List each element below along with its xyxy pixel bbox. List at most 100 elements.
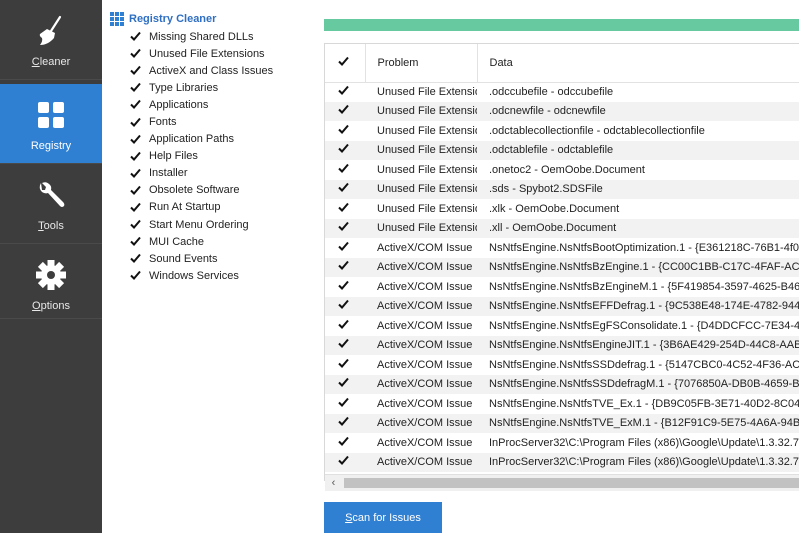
nav-options[interactable]: Options: [0, 244, 102, 323]
table-row[interactable]: ActiveX/COM Issue NsNtfsEngine.NsNtfsBoot…: [325, 238, 799, 258]
row-checkbox[interactable]: [325, 199, 365, 219]
table-row[interactable]: Unused File Extension .odctablefile - odc…: [325, 140, 799, 161]
table-row[interactable]: ActiveX/COM Issue NsNtfsEngine.NsNtfsSSDd…: [325, 374, 799, 395]
category-checkbox[interactable]: [130, 168, 141, 179]
cell-problem: Unused File Extension: [377, 124, 477, 137]
row-checkbox[interactable]: [325, 160, 365, 180]
nav-options-label: Options: [32, 300, 70, 312]
row-checkbox[interactable]: [325, 82, 365, 102]
category-checkbox[interactable]: [130, 151, 141, 162]
row-checkbox[interactable]: [325, 336, 365, 356]
tree-item[interactable]: Installer: [130, 165, 310, 182]
tree-item[interactable]: Run At Startup: [130, 199, 310, 216]
row-checkbox[interactable]: [325, 238, 365, 258]
scrollbar-thumb[interactable]: [344, 478, 799, 488]
row-checkbox[interactable]: [325, 141, 365, 161]
table-row[interactable]: ActiveX/COM Issue NsNtfsEngine.NsNtfsEgFS…: [325, 316, 799, 336]
category-checkbox[interactable]: [130, 117, 141, 128]
table-row[interactable]: ActiveX/COM Issue NsNtfsEngine.NsNtfsTVE_…: [325, 413, 799, 434]
scroll-left-button[interactable]: ‹: [325, 475, 342, 491]
row-checkbox[interactable]: [325, 433, 365, 453]
category-checkbox[interactable]: [130, 65, 141, 76]
category-checkbox[interactable]: [130, 202, 141, 213]
table-row[interactable]: ActiveX/COM Issue NsNtfsEngine.NsNtfsEngi…: [325, 335, 799, 356]
table-row[interactable]: Unused File Extension .odcnewfile - odcne…: [325, 101, 799, 122]
row-checkbox[interactable]: [325, 316, 365, 336]
table-row[interactable]: ActiveX/COM Issue InProcServer32\C:\Progr…: [325, 433, 799, 453]
category-checkbox[interactable]: [130, 99, 141, 110]
category-checkbox[interactable]: [130, 219, 141, 230]
tree-item[interactable]: Obsolete Software: [130, 182, 310, 199]
check-icon: [338, 163, 349, 173]
category-checkbox[interactable]: [130, 48, 141, 59]
row-checkbox[interactable]: [325, 121, 365, 141]
column-header-data[interactable]: Data: [477, 44, 799, 83]
tree-root[interactable]: Registry Cleaner: [110, 10, 310, 28]
tree-item[interactable]: Start Menu Ordering: [130, 216, 310, 233]
tree-item[interactable]: Application Paths: [130, 131, 310, 148]
category-checkbox[interactable]: [130, 236, 141, 247]
select-all-checkbox[interactable]: [325, 44, 366, 83]
table-row[interactable]: ActiveX/COM Issue NsNtfsEngine.NsNtfsBzEn…: [325, 277, 799, 297]
tree-item[interactable]: Sound Events: [130, 250, 310, 267]
row-checkbox[interactable]: [325, 355, 365, 375]
row-checkbox[interactable]: [325, 297, 365, 317]
tree-item[interactable]: MUI Cache: [130, 233, 310, 250]
cell-problem: ActiveX/COM Issue: [377, 456, 473, 469]
tree-item[interactable]: Unused File Extensions: [130, 45, 310, 62]
check-icon: [338, 319, 349, 329]
tree-item[interactable]: ActiveX and Class Issues: [130, 62, 310, 79]
row-checkbox[interactable]: [325, 180, 365, 200]
cell-data: NsNtfsEngine.NsNtfsSSDdefrag.1 - {5147CB…: [489, 358, 799, 371]
category-checkbox[interactable]: [130, 134, 141, 145]
table-row[interactable]: ActiveX/COM Issue NsNtfsEngine.NsNtfsTVE_…: [325, 394, 799, 414]
nav-divider: [0, 318, 102, 319]
category-checkbox[interactable]: [130, 31, 141, 42]
horizontal-scrollbar[interactable]: ‹: [325, 474, 799, 491]
tree-item[interactable]: Fonts: [130, 113, 310, 130]
column-header-problem[interactable]: Problem: [365, 44, 478, 83]
category-checkbox[interactable]: [130, 270, 141, 281]
tree-item[interactable]: Help Files: [130, 148, 310, 165]
nav-cleaner[interactable]: Cleaner: [0, 0, 102, 79]
row-checkbox[interactable]: [325, 375, 365, 395]
table-row[interactable]: ActiveX/COM Issue NsNtfsEngine.NsNtfsBzEn…: [325, 257, 799, 278]
check-icon: [130, 66, 141, 76]
check-icon: [130, 117, 141, 127]
category-checkbox[interactable]: [130, 253, 141, 264]
cell-problem: ActiveX/COM Issue: [377, 378, 473, 391]
check-icon: [130, 83, 141, 93]
nav-cleaner-label-rest: leaner: [39, 56, 71, 68]
table-row[interactable]: Unused File Extension .xll - OemOobe.Docu…: [325, 218, 799, 239]
cell-problem: Unused File Extension: [377, 144, 477, 157]
table-row[interactable]: ActiveX/COM Issue NsNtfsEngine.NsNtfsEFFD…: [325, 296, 799, 317]
row-checkbox[interactable]: [325, 258, 365, 278]
row-checkbox[interactable]: [325, 414, 365, 434]
table-row[interactable]: ActiveX/COM Issue InProcServer32\C:\Progr…: [325, 452, 799, 473]
row-checkbox[interactable]: [325, 102, 365, 122]
check-icon: [130, 48, 141, 59]
tree-item[interactable]: Applications: [130, 96, 310, 113]
row-checkbox[interactable]: [325, 453, 365, 473]
scan-for-issues-button[interactable]: Scan for Issues: [324, 502, 442, 533]
table-row[interactable]: ActiveX/COM Issue NsNtfsEngine.NsNtfsSSDd…: [325, 355, 799, 375]
cell-data: NsNtfsEngine.NsNtfsBootOptimization.1 - …: [489, 241, 799, 254]
tree-item[interactable]: Windows Services: [130, 267, 310, 284]
tree-item[interactable]: Missing Shared DLLs: [130, 28, 310, 45]
category-checkbox[interactable]: [130, 185, 141, 196]
nav-tools[interactable]: Tools: [0, 164, 102, 243]
row-checkbox[interactable]: [325, 219, 365, 239]
check-icon: [130, 237, 141, 247]
category-checkbox[interactable]: [130, 82, 141, 93]
tree-item[interactable]: Type Libraries: [130, 79, 310, 96]
table-row[interactable]: Unused File Extension .xlk - OemOobe.Docu…: [325, 199, 799, 219]
cell-data: InProcServer32\C:\Program Files (x86)\Go…: [489, 436, 799, 449]
row-checkbox[interactable]: [325, 394, 365, 414]
table-row[interactable]: Unused File Extension .odctablecollection…: [325, 121, 799, 141]
table-row[interactable]: Unused File Extension .sds - Spybot2.SDSF…: [325, 179, 799, 200]
table-row[interactable]: Unused File Extension .odccubefile - odcc…: [325, 82, 799, 102]
nav-cleaner-label: Cleaner: [31, 56, 71, 68]
table-row[interactable]: Unused File Extension .onetoc2 - OemOobe.…: [325, 160, 799, 180]
row-checkbox[interactable]: [325, 277, 365, 297]
nav-registry[interactable]: Registry: [0, 84, 102, 163]
